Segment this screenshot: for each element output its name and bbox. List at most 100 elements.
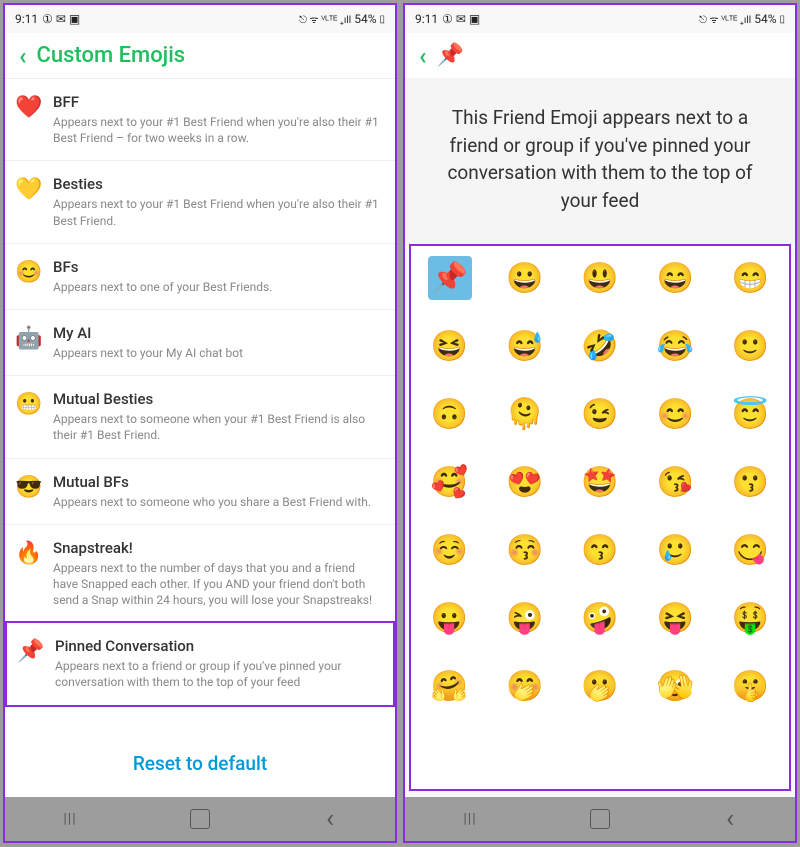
emoji-setting-row[interactable]: 😊 BFs Appears next to one of your Best Fri… — [5, 244, 395, 310]
emoji-grid: 📌 😀 😃 😄 😁 😆 😅 🤣 😂 🙂 🙃 🫠 😉 😊 😇 🥰 😍 🤩 😘 😗 ☺️ 😚 😙 🥲 😋 😛 😜 🤪 😝 🤑 🤗 🤭 🫢 🫣 🤫 — [421, 256, 779, 708]
emoji-option[interactable]: 🤭 — [503, 664, 547, 708]
nav-back-icon[interactable] — [720, 809, 740, 829]
status-bar: 9:11 ① ✉ ▣ ⎋ ᯤ ⱽᴸᵀᴱ ₊ıll 54% ▯ — [5, 5, 395, 33]
emoji-option[interactable]: 😜 — [503, 596, 547, 640]
emoji-option[interactable]: 😗 — [728, 460, 772, 504]
emoji-option[interactable]: 🤫 — [728, 664, 772, 708]
emoji-option[interactable]: 🫣 — [653, 664, 697, 708]
emoji-option[interactable]: 😙 — [578, 528, 622, 572]
emoji-option[interactable]: 🙃 — [428, 392, 472, 436]
emoji-option[interactable]: 🥰 — [428, 460, 472, 504]
page-title: Custom Emojis — [37, 43, 186, 68]
emoji-setting-row[interactable]: ❤️ BFF Appears next to your #1 Best Friend… — [5, 79, 395, 161]
status-left-icons: ① ✉ ▣ — [42, 12, 80, 26]
battery-icon: ▯ — [379, 14, 385, 25]
emoji-setting-title: Mutual Besties — [53, 390, 381, 408]
nav-recent-icon[interactable] — [60, 809, 80, 829]
emoji-option[interactable]: 🫠 — [503, 392, 547, 436]
app-header: ‹ Custom Emojis — [5, 33, 395, 79]
emoji-setting-row[interactable]: 💛 Besties Appears next to your #1 Best Fri… — [5, 161, 395, 243]
emoji-option[interactable]: 😇 — [728, 392, 772, 436]
reset-to-default-button[interactable]: Reset to default — [5, 736, 395, 797]
battery-icon: ▯ — [779, 14, 785, 25]
emoji-option[interactable]: 🤣 — [578, 324, 622, 368]
emoji-option[interactable]: 😆 — [428, 324, 472, 368]
emoji-option[interactable]: 😂 — [653, 324, 697, 368]
emoji-setting-desc: Appears next to the number of days that … — [53, 560, 381, 609]
emoji-picker: 📌 😀 😃 😄 😁 😆 😅 🤣 😂 🙂 🙃 🫠 😉 😊 😇 🥰 😍 🤩 😘 😗 ☺️ 😚 😙 🥲 😋 😛 😜 🤪 😝 🤑 🤗 🤭 🫢 🫣 🤫 — [409, 244, 791, 791]
status-battery-pct: 54% — [754, 12, 776, 26]
emoji-option[interactable]: 🤪 — [578, 596, 622, 640]
status-time: 9:11 — [415, 12, 438, 26]
back-button[interactable]: ‹ — [19, 44, 27, 68]
emoji-setting-desc: Appears next to someone who you share a … — [53, 494, 381, 510]
emoji-option[interactable]: 😀 — [503, 256, 547, 300]
emoji-setting-title: Mutual BFs — [53, 473, 381, 491]
emoji-setting-desc: Appears next to one of your Best Friends… — [53, 279, 381, 295]
emoji-setting-desc: Appears next to someone when your #1 Bes… — [53, 411, 381, 443]
nav-back-icon[interactable] — [320, 809, 340, 829]
app-header: ‹ 📌 — [405, 33, 795, 78]
emoji-setting-row[interactable]: 🤖 My AI Appears next to your My AI chat bo… — [5, 310, 395, 376]
status-left-icons: ① ✉ ▣ — [442, 12, 480, 26]
emoji-option[interactable]: 🙂 — [728, 324, 772, 368]
status-battery-pct: 54% — [354, 12, 376, 26]
status-time: 9:11 — [15, 12, 38, 26]
emoji-icon: 😎 — [15, 475, 41, 500]
nav-home-icon[interactable] — [590, 809, 610, 829]
emoji-icon: 📌 — [17, 639, 43, 664]
emoji-setting-row[interactable]: 📌 Pinned Conversation Appears next to a fr… — [5, 621, 395, 706]
emoji-option[interactable]: 😛 — [428, 596, 472, 640]
status-bar: 9:11 ① ✉ ▣ ⎋ ᯤ ⱽᴸᵀᴱ ₊ıll 54% ▯ — [405, 5, 795, 33]
emoji-icon: 🔥 — [15, 541, 41, 566]
phone-screen-right: 9:11 ① ✉ ▣ ⎋ ᯤ ⱽᴸᵀᴱ ₊ıll 54% ▯ ‹ 📌 This … — [403, 3, 797, 843]
current-emoji-icon: 📌 — [437, 43, 464, 68]
emoji-setting-title: Besties — [53, 175, 381, 193]
emoji-icon: 💛 — [15, 177, 41, 202]
emoji-setting-title: Pinned Conversation — [55, 637, 379, 655]
emoji-setting-title: BFs — [53, 258, 381, 276]
emoji-option[interactable]: 😉 — [578, 392, 622, 436]
status-right-icons: ⎋ ᯤ ⱽᴸᵀᴱ ₊ıll — [699, 12, 751, 26]
status-right-icons: ⎋ ᯤ ⱽᴸᵀᴱ ₊ıll — [299, 12, 351, 26]
nav-home-icon[interactable] — [190, 809, 210, 829]
emoji-setting-desc: Appears next to a friend or group if you… — [55, 658, 379, 690]
emoji-description-text: This Friend Emoji appears next to a frie… — [405, 78, 795, 244]
back-button[interactable]: ‹ — [419, 44, 427, 68]
emoji-setting-row[interactable]: 🔥 Snapstreak! Appears next to the number o… — [5, 525, 395, 624]
android-nav-bar — [5, 797, 395, 841]
android-nav-bar — [405, 797, 795, 841]
emoji-option[interactable]: 📌 — [428, 256, 472, 300]
emoji-option[interactable]: 😍 — [503, 460, 547, 504]
nav-recent-icon[interactable] — [460, 809, 480, 829]
emoji-icon: 🤖 — [15, 326, 41, 351]
emoji-icon: ❤️ — [15, 95, 41, 120]
emoji-setting-row[interactable]: 😎 Mutual BFs Appears next to someone who y… — [5, 459, 395, 525]
emoji-option[interactable]: 😃 — [578, 256, 622, 300]
emoji-option[interactable]: 😘 — [653, 460, 697, 504]
emoji-setting-desc: Appears next to your My AI chat bot — [53, 345, 381, 361]
emoji-option[interactable]: 😋 — [728, 528, 772, 572]
emoji-setting-title: BFF — [53, 93, 381, 111]
emoji-setting-title: My AI — [53, 324, 381, 342]
emoji-setting-desc: Appears next to your #1 Best Friend when… — [53, 196, 381, 228]
emoji-option[interactable]: 🤩 — [578, 460, 622, 504]
emoji-option[interactable]: 😅 — [503, 324, 547, 368]
emoji-option[interactable]: 😝 — [653, 596, 697, 640]
emoji-icon: 😊 — [15, 260, 41, 285]
emoji-option[interactable]: ☺️ — [428, 528, 472, 572]
emoji-option[interactable]: 😄 — [653, 256, 697, 300]
phone-screen-left: 9:11 ① ✉ ▣ ⎋ ᯤ ⱽᴸᵀᴱ ₊ıll 54% ▯ ‹ Custom … — [3, 3, 397, 843]
custom-emoji-list[interactable]: ❤️ BFF Appears next to your #1 Best Friend… — [5, 79, 395, 736]
emoji-option[interactable]: 😚 — [503, 528, 547, 572]
emoji-option[interactable]: 🫢 — [578, 664, 622, 708]
emoji-option[interactable]: 🤗 — [428, 664, 472, 708]
emoji-setting-title: Snapstreak! — [53, 539, 381, 557]
emoji-setting-row[interactable]: 😬 Mutual Besties Appears next to someone w… — [5, 376, 395, 458]
emoji-option[interactable]: 😊 — [653, 392, 697, 436]
emoji-icon: 😬 — [15, 392, 41, 417]
emoji-setting-desc: Appears next to your #1 Best Friend when… — [53, 114, 381, 146]
emoji-option[interactable]: 🥲 — [653, 528, 697, 572]
emoji-option[interactable]: 🤑 — [728, 596, 772, 640]
emoji-option[interactable]: 😁 — [728, 256, 772, 300]
